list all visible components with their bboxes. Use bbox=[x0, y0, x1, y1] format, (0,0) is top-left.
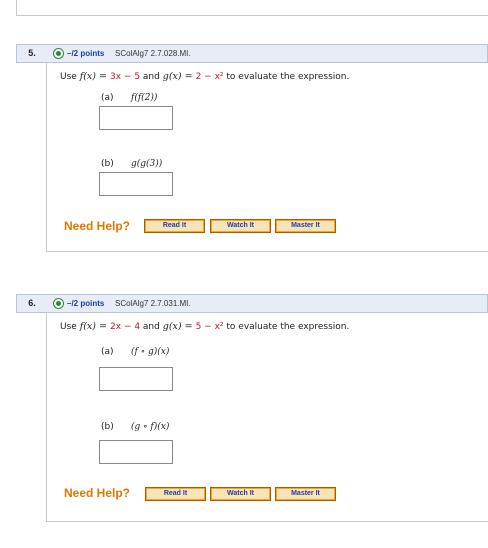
prompt-and: and bbox=[142, 322, 160, 332]
g-expression: 2 − x² bbox=[195, 72, 224, 82]
question-prompt: Use f(x) = 2x − 4 and g(x) = 5 − x² to e… bbox=[60, 321, 349, 332]
part-expression: (g ∘ f)(x) bbox=[131, 422, 170, 432]
part-label: (a) bbox=[101, 347, 114, 357]
watch-it-button[interactable]: Watch It bbox=[210, 219, 271, 233]
f-definition: f(x) = bbox=[79, 321, 110, 332]
f-expression: 2x − 4 bbox=[110, 322, 141, 332]
question-header: 6. –/2 points SColAlg7 2.7.031.MI. bbox=[16, 294, 488, 313]
prompt-use: Use bbox=[60, 72, 77, 82]
question-reference: SColAlg7 2.7.028.MI. bbox=[115, 49, 191, 58]
read-it-button[interactable]: Read It bbox=[144, 219, 205, 233]
prompt-and: and bbox=[142, 72, 160, 82]
f-expression: 3x − 5 bbox=[110, 72, 141, 82]
answer-input-a[interactable] bbox=[99, 367, 173, 391]
need-help-label: Need Help? bbox=[64, 219, 131, 233]
read-it-label: Read It bbox=[147, 489, 204, 499]
answer-input-b[interactable] bbox=[99, 172, 173, 196]
part-a: (a) f(f(2)) bbox=[101, 93, 157, 103]
points-label[interactable]: –/2 points bbox=[67, 45, 104, 62]
master-it-button[interactable]: Master It bbox=[275, 487, 336, 501]
f-definition: f(x) = bbox=[79, 71, 110, 82]
part-expression: (f ∘ g)(x) bbox=[131, 347, 170, 357]
read-it-button[interactable]: Read It bbox=[145, 487, 206, 501]
answer-input-a[interactable] bbox=[99, 106, 173, 130]
answer-input-b[interactable] bbox=[99, 440, 173, 464]
part-b: (b) g(g(3)) bbox=[101, 159, 162, 169]
points-label[interactable]: –/2 points bbox=[67, 295, 104, 312]
g-expression: 5 − x² bbox=[195, 322, 224, 332]
part-expression: f(f(2)) bbox=[131, 93, 158, 103]
question-status-icon bbox=[53, 298, 64, 309]
part-expression: g(g(3)) bbox=[131, 159, 163, 169]
need-help-label: Need Help? bbox=[64, 486, 131, 500]
question-reference: SColAlg7 2.7.031.MI. bbox=[115, 299, 191, 308]
g-definition: g(x) = bbox=[162, 321, 196, 332]
question-status-icon bbox=[53, 48, 64, 59]
part-label: (b) bbox=[101, 422, 114, 432]
part-label: (a) bbox=[101, 93, 114, 103]
watch-it-button[interactable]: Watch It bbox=[210, 487, 271, 501]
g-definition: g(x) = bbox=[162, 71, 196, 82]
watch-it-label: Watch It bbox=[212, 221, 269, 231]
read-it-label: Read It bbox=[146, 221, 203, 231]
master-it-label: Master It bbox=[277, 489, 334, 499]
question-6: 6. –/2 points SColAlg7 2.7.031.MI. Use f… bbox=[16, 294, 488, 522]
question-number: 6. bbox=[28, 298, 36, 308]
previous-question-frame bbox=[16, 0, 488, 16]
master-it-button[interactable]: Master It bbox=[275, 219, 336, 233]
part-b: (b) (g ∘ f)(x) bbox=[101, 422, 169, 432]
master-it-label: Master It bbox=[277, 221, 334, 231]
question-body: Use f(x) = 3x − 5 and g(x) = 2 − x² to e… bbox=[46, 63, 488, 252]
question-prompt: Use f(x) = 3x − 5 and g(x) = 2 − x² to e… bbox=[60, 71, 349, 82]
part-a: (a) (f ∘ g)(x) bbox=[101, 347, 169, 357]
prompt-tail: to evaluate the expression. bbox=[226, 322, 350, 332]
part-label: (b) bbox=[101, 159, 114, 169]
prompt-tail: to evaluate the expression. bbox=[226, 72, 350, 82]
prompt-use: Use bbox=[60, 322, 77, 332]
question-number: 5. bbox=[28, 48, 36, 58]
question-body: Use f(x) = 2x − 4 and g(x) = 5 − x² to e… bbox=[46, 313, 488, 522]
question-5: 5. –/2 points SColAlg7 2.7.028.MI. Use f… bbox=[16, 44, 488, 252]
watch-it-label: Watch It bbox=[212, 489, 269, 499]
question-header: 5. –/2 points SColAlg7 2.7.028.MI. bbox=[16, 44, 488, 63]
